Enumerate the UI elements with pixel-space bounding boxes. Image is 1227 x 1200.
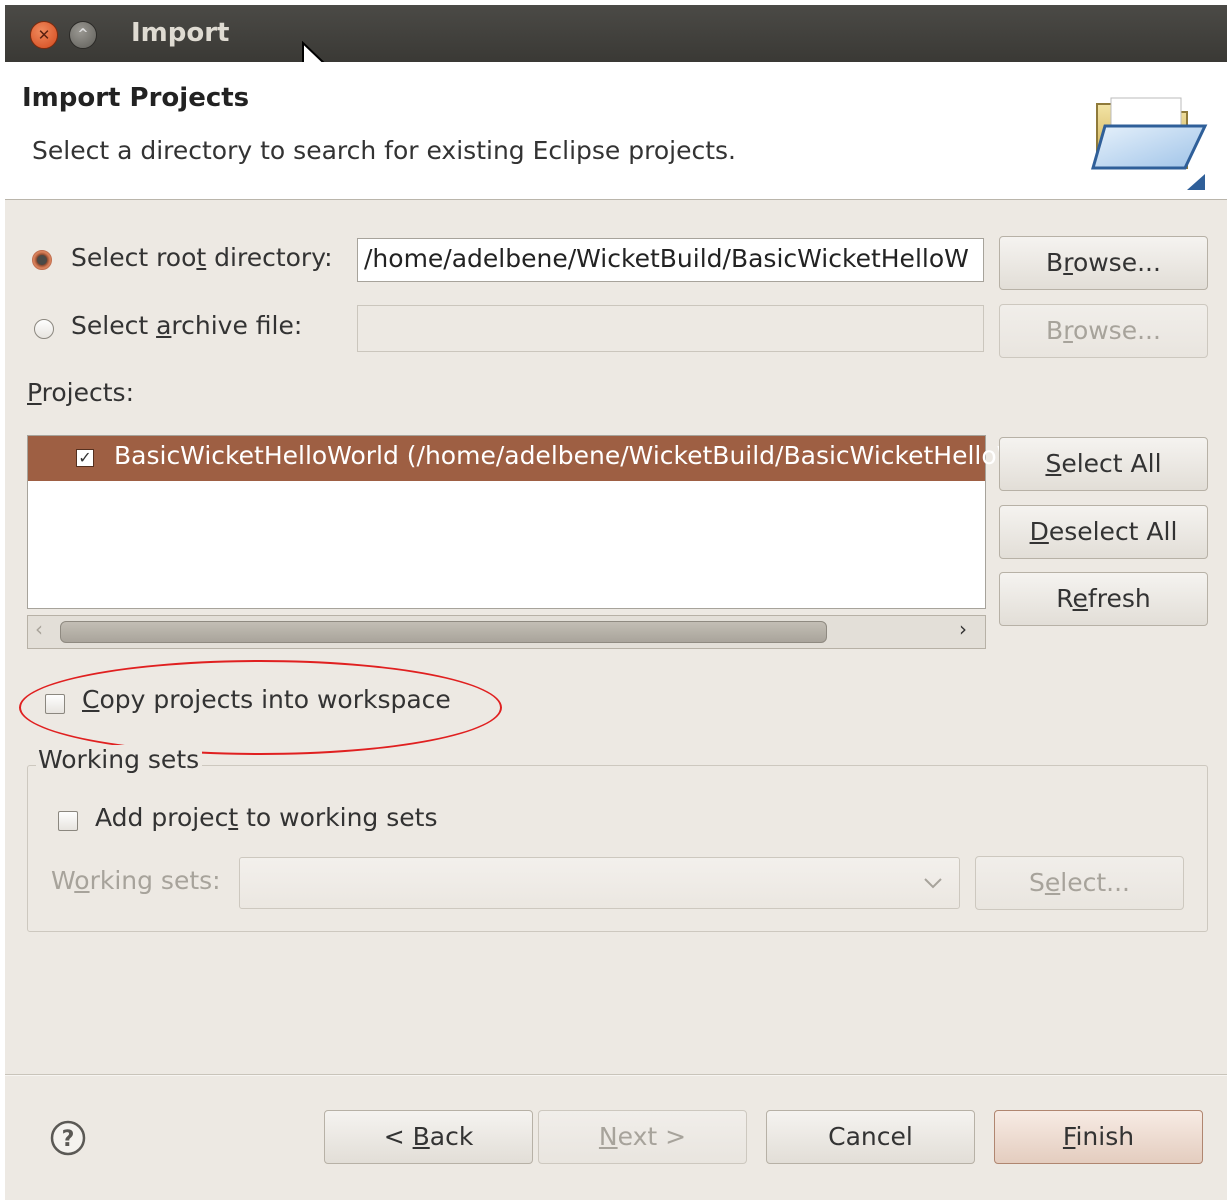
select-working-sets-button[interactable]: Select... bbox=[975, 856, 1184, 910]
root-directory-label[interactable]: Select root directory: bbox=[71, 243, 333, 272]
open-folder-icon bbox=[1091, 97, 1208, 190]
scroll-right-icon[interactable]: › bbox=[959, 617, 967, 641]
footer-separator-highlight bbox=[5, 1075, 1227, 1076]
minimize-window-button[interactable]: ^ bbox=[69, 21, 97, 49]
project-label: BasicWicketHelloWorld (/home/adelbene/Wi… bbox=[114, 441, 1079, 470]
cancel-button[interactable]: Cancel bbox=[766, 1110, 975, 1164]
browse-archive-button[interactable]: Browse... bbox=[999, 304, 1208, 358]
close-window-button[interactable]: ✕ bbox=[30, 21, 58, 49]
select-all-button[interactable]: Select All bbox=[999, 437, 1208, 491]
chevron-down-icon bbox=[924, 878, 942, 889]
horizontal-scrollbar[interactable]: ‹ › bbox=[27, 615, 986, 649]
help-icon[interactable]: ? bbox=[50, 1120, 86, 1156]
projects-list[interactable]: ✓ BasicWicketHelloWorld (/home/adelbene/… bbox=[27, 435, 1078, 609]
working-sets-combo-label: Working sets: bbox=[51, 866, 221, 895]
title-bar[interactable]: ✕ ^ Import bbox=[5, 5, 1227, 81]
page-title: Import Projects bbox=[22, 83, 250, 113]
archive-file-label[interactable]: Select archive file: bbox=[71, 311, 302, 340]
root-directory-radio[interactable] bbox=[32, 250, 52, 270]
working-sets-combo[interactable] bbox=[239, 857, 960, 909]
projects-label: Projects: bbox=[27, 378, 134, 407]
import-dialog: ✕ ^ Import Import Projects Select a dire… bbox=[5, 5, 1227, 1200]
project-checkbox[interactable]: ✓ bbox=[76, 449, 94, 467]
add-to-working-sets-checkbox[interactable] bbox=[58, 811, 78, 831]
finish-button[interactable]: Finish bbox=[994, 1110, 1203, 1164]
back-button[interactable]: < Back bbox=[324, 1110, 533, 1164]
scroll-left-icon[interactable]: ‹ bbox=[35, 617, 43, 641]
svg-text:?: ? bbox=[62, 1127, 75, 1152]
window-title: Import bbox=[131, 18, 230, 48]
close-icon: ✕ bbox=[37, 26, 51, 44]
highlight-annotation bbox=[19, 660, 502, 755]
next-button[interactable]: Next > bbox=[538, 1110, 747, 1164]
browse-root-button[interactable]: Browse... bbox=[999, 236, 1208, 290]
minimize-icon: ^ bbox=[77, 27, 89, 42]
scroll-thumb[interactable] bbox=[60, 621, 827, 643]
root-directory-input[interactable]: /home/adelbene/WicketBuild/BasicWicketHe… bbox=[357, 238, 984, 282]
archive-file-input[interactable] bbox=[357, 305, 984, 352]
list-item[interactable]: ✓ BasicWicketHelloWorld (/home/adelbene/… bbox=[28, 436, 1078, 481]
wizard-header: Import Projects Select a directory to se… bbox=[5, 62, 1227, 200]
working-sets-legend: Working sets bbox=[36, 745, 203, 774]
deselect-all-button[interactable]: Deselect All bbox=[999, 505, 1208, 559]
archive-file-radio[interactable] bbox=[34, 319, 54, 339]
page-description: Select a directory to search for existin… bbox=[32, 136, 736, 165]
add-to-working-sets-label[interactable]: Add project to working sets bbox=[95, 803, 437, 832]
refresh-button[interactable]: Refresh bbox=[999, 572, 1208, 626]
